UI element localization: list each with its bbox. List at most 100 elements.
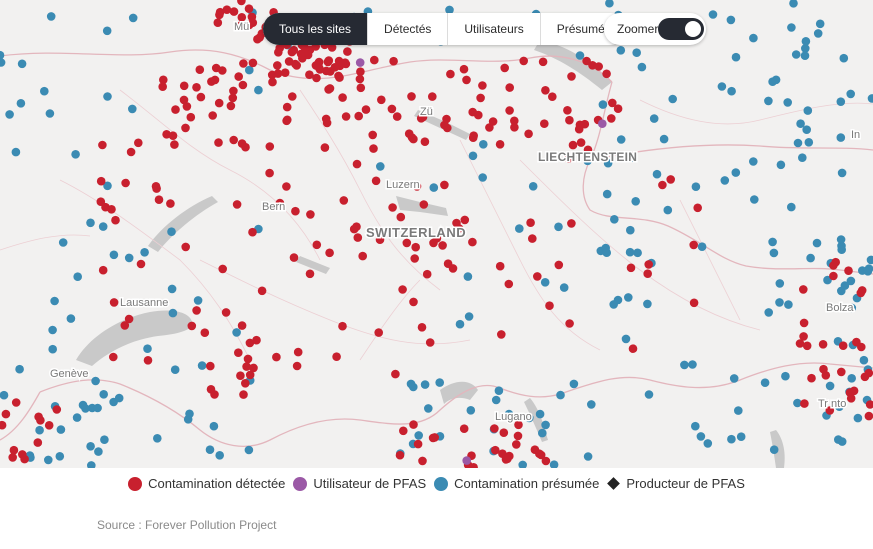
presumed-site-marker[interactable]: [429, 183, 439, 192]
detected-site-marker[interactable]: [121, 178, 130, 188]
presumed-site-marker[interactable]: [143, 344, 152, 354]
presumed-site-marker[interactable]: [764, 96, 773, 106]
detected-site-marker[interactable]: [846, 394, 856, 403]
presumed-site-marker[interactable]: [616, 46, 626, 55]
user-site-marker[interactable]: [462, 456, 472, 465]
presumed-site-marker[interactable]: [0, 390, 9, 400]
presumed-site-marker[interactable]: [16, 99, 26, 108]
detected-site-marker[interactable]: [430, 433, 440, 442]
zoom-toggle[interactable]: [658, 18, 704, 40]
presumed-site-marker[interactable]: [55, 452, 65, 461]
presumed-site-marker[interactable]: [559, 283, 569, 292]
detected-site-marker[interactable]: [499, 428, 509, 438]
detected-site-marker[interactable]: [524, 129, 533, 139]
detected-site-marker[interactable]: [324, 85, 333, 94]
presumed-site-marker[interactable]: [479, 140, 488, 149]
detected-site-marker[interactable]: [33, 438, 43, 447]
detected-site-marker[interactable]: [580, 119, 590, 129]
detected-site-marker[interactable]: [519, 56, 528, 66]
presumed-site-marker[interactable]: [727, 434, 736, 444]
presumed-site-marker[interactable]: [491, 395, 501, 405]
presumed-site-marker[interactable]: [643, 299, 652, 309]
detected-site-marker[interactable]: [443, 259, 453, 269]
presumed-site-marker[interactable]: [91, 376, 100, 386]
presumed-site-marker[interactable]: [167, 284, 177, 294]
detected-site-marker[interactable]: [229, 135, 238, 145]
detected-site-marker[interactable]: [468, 107, 478, 117]
user-site-marker[interactable]: [598, 119, 607, 128]
detected-site-marker[interactable]: [126, 147, 136, 157]
presumed-site-marker[interactable]: [691, 182, 701, 191]
detected-site-marker[interactable]: [196, 92, 206, 102]
presumed-site-marker[interactable]: [696, 432, 706, 441]
presumed-site-marker[interactable]: [804, 138, 814, 147]
detected-site-marker[interactable]: [215, 10, 224, 20]
detected-site-marker[interactable]: [399, 426, 408, 436]
detected-site-marker[interactable]: [468, 237, 477, 247]
presumed-site-marker[interactable]: [17, 59, 27, 69]
detected-site-marker[interactable]: [134, 138, 143, 148]
presumed-site-marker[interactable]: [494, 386, 504, 396]
presumed-site-marker[interactable]: [726, 15, 736, 25]
detected-site-marker[interactable]: [192, 83, 201, 92]
detected-site-marker[interactable]: [548, 92, 557, 101]
detected-site-marker[interactable]: [293, 347, 303, 357]
detected-site-marker[interactable]: [392, 112, 402, 121]
detected-site-marker[interactable]: [567, 72, 576, 81]
detected-site-marker[interactable]: [838, 341, 848, 351]
detected-site-marker[interactable]: [512, 440, 521, 449]
detected-site-marker[interactable]: [689, 240, 698, 250]
presumed-site-marker[interactable]: [528, 182, 538, 191]
presumed-site-marker[interactable]: [736, 432, 746, 442]
detected-site-marker[interactable]: [243, 354, 253, 364]
detected-site-marker[interactable]: [417, 323, 427, 332]
presumed-site-marker[interactable]: [5, 110, 14, 119]
detected-site-marker[interactable]: [154, 195, 164, 204]
detected-site-marker[interactable]: [407, 133, 417, 142]
presumed-site-marker[interactable]: [771, 75, 781, 85]
detected-site-marker[interactable]: [802, 341, 812, 351]
detected-site-marker[interactable]: [829, 261, 838, 270]
detected-site-marker[interactable]: [354, 111, 364, 121]
detected-site-marker[interactable]: [284, 57, 294, 66]
detected-site-marker[interactable]: [226, 101, 236, 111]
presumed-site-marker[interactable]: [515, 224, 524, 233]
detected-site-marker[interactable]: [339, 196, 349, 205]
detected-site-marker[interactable]: [98, 140, 107, 150]
detected-site-marker[interactable]: [361, 105, 371, 114]
detected-site-marker[interactable]: [314, 63, 324, 72]
detected-site-marker[interactable]: [228, 93, 238, 103]
detected-site-marker[interactable]: [245, 338, 255, 348]
presumed-site-marker[interactable]: [455, 319, 465, 329]
presumed-site-marker[interactable]: [197, 361, 207, 370]
detected-site-marker[interactable]: [166, 199, 175, 208]
detected-site-marker[interactable]: [289, 253, 299, 262]
presumed-site-marker[interactable]: [680, 360, 689, 370]
presumed-site-marker[interactable]: [787, 202, 796, 212]
detected-site-marker[interactable]: [338, 93, 347, 102]
detected-site-marker[interactable]: [438, 241, 447, 250]
presumed-site-marker[interactable]: [836, 133, 846, 142]
presumed-site-marker[interactable]: [128, 13, 138, 23]
detected-site-marker[interactable]: [413, 439, 423, 449]
presumed-site-marker[interactable]: [569, 379, 579, 389]
detected-site-marker[interactable]: [241, 379, 250, 388]
presumed-site-marker[interactable]: [602, 248, 611, 257]
detected-site-marker[interactable]: [799, 285, 808, 294]
detected-site-marker[interactable]: [849, 386, 859, 396]
detected-site-marker[interactable]: [388, 203, 397, 212]
detected-site-marker[interactable]: [335, 73, 344, 82]
detected-site-marker[interactable]: [181, 123, 190, 133]
presumed-site-marker[interactable]: [128, 104, 137, 114]
detected-site-marker[interactable]: [186, 112, 196, 122]
detected-site-marker[interactable]: [864, 368, 873, 378]
detected-site-marker[interactable]: [644, 260, 653, 269]
presumed-site-marker[interactable]: [140, 248, 149, 257]
detected-site-marker[interactable]: [420, 137, 430, 146]
detected-site-marker[interactable]: [425, 338, 435, 347]
detected-site-marker[interactable]: [554, 260, 564, 270]
presumed-site-marker[interactable]: [708, 10, 718, 19]
detected-site-marker[interactable]: [210, 75, 220, 85]
detected-site-marker[interactable]: [369, 144, 378, 153]
presumed-site-marker[interactable]: [731, 52, 741, 62]
